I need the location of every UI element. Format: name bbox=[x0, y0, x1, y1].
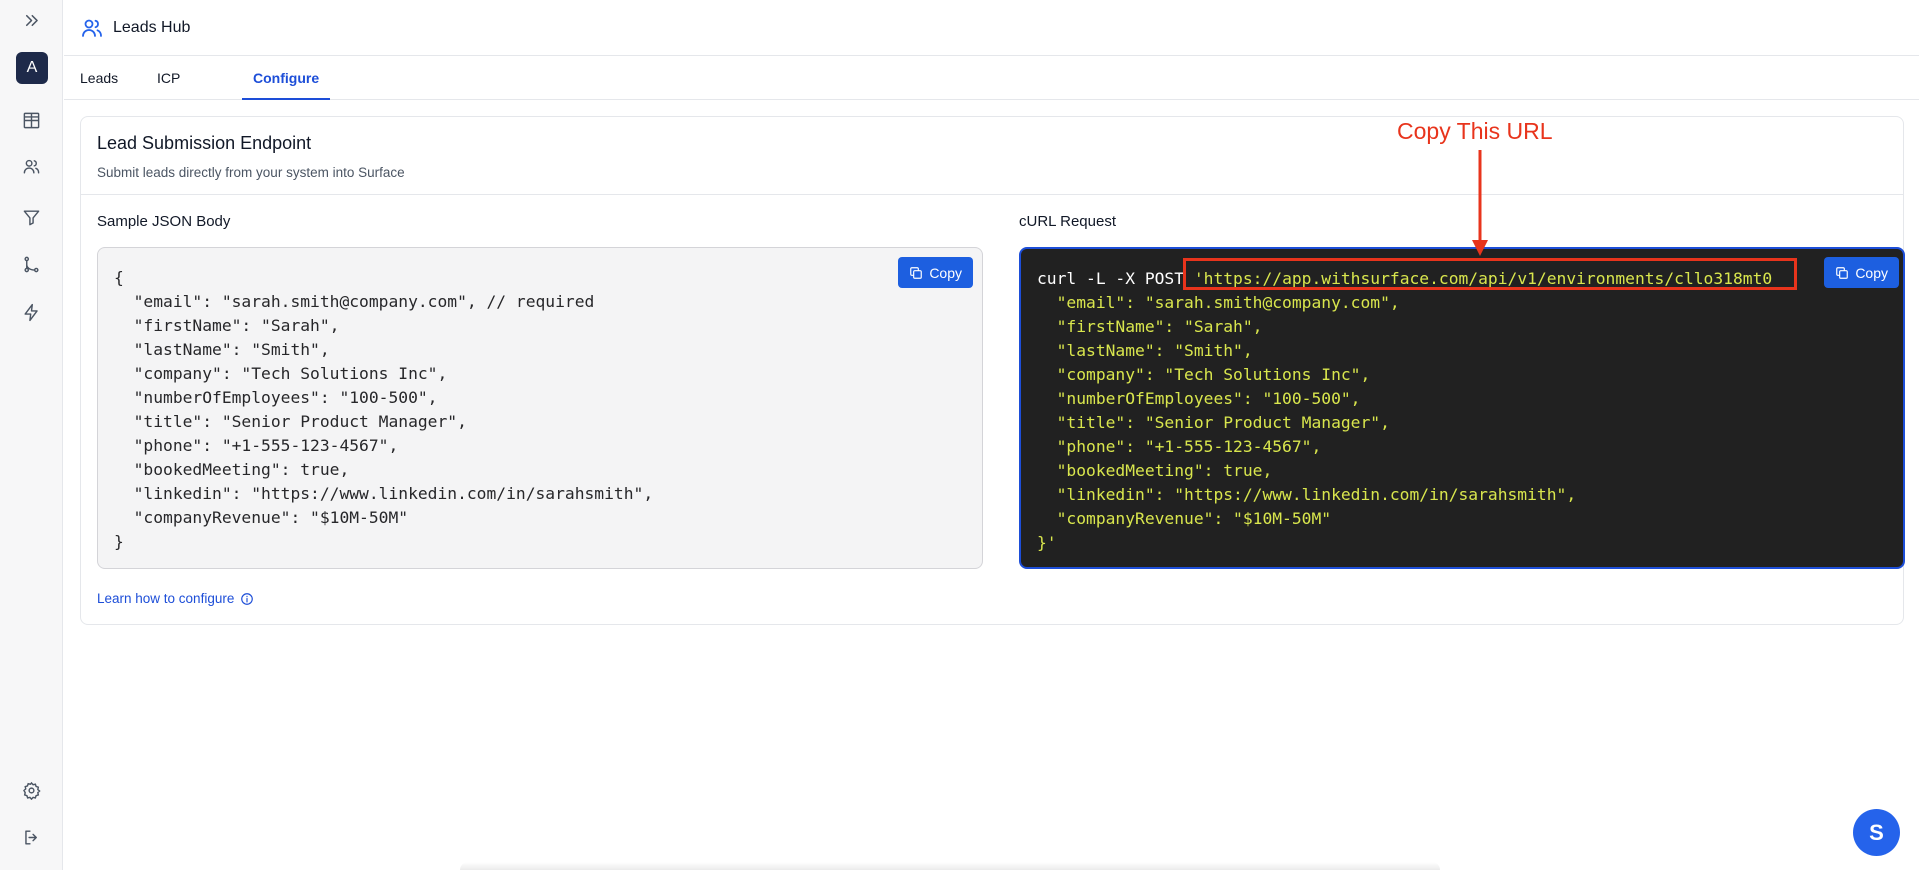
lightning-icon[interactable] bbox=[0, 296, 63, 328]
curl-command: curl -L -X POST bbox=[1037, 269, 1194, 288]
expand-sidebar-icon[interactable] bbox=[0, 4, 63, 36]
routing-icon[interactable] bbox=[0, 248, 63, 280]
endpoint-card: Lead Submission Endpoint Submit leads di… bbox=[80, 116, 1905, 625]
page-title: Leads Hub bbox=[113, 18, 191, 36]
main-content: Leads Hub Leads ICP Configure Lead Submi… bbox=[64, 0, 1919, 870]
header: Leads Hub bbox=[64, 0, 1919, 56]
filter-icon[interactable] bbox=[0, 201, 63, 233]
users-icon[interactable] bbox=[0, 150, 63, 182]
json-panel-label: Sample JSON Body bbox=[97, 213, 231, 230]
learn-configure-link[interactable]: Learn how to configure bbox=[97, 591, 254, 606]
card-subtitle: Submit leads directly from your system i… bbox=[97, 165, 405, 180]
info-icon bbox=[241, 592, 254, 605]
copy-icon bbox=[910, 266, 923, 279]
annotation-arrow bbox=[1472, 150, 1488, 256]
settings-gear-icon[interactable] bbox=[0, 774, 63, 806]
tab-bar: Leads ICP Configure bbox=[64, 56, 1919, 100]
chat-avatar-button[interactable]: S bbox=[1853, 809, 1900, 856]
tab-icp[interactable]: ICP bbox=[157, 56, 180, 100]
json-code: { "email": "sarah.smith@company.com", //… bbox=[114, 268, 654, 551]
copy-icon bbox=[1836, 266, 1849, 279]
annotation-highlight-box bbox=[1183, 258, 1797, 290]
dashboard-grid-icon[interactable] bbox=[0, 104, 63, 136]
curl-code-block: curl -L -X POST 'https://app.withsurface… bbox=[1019, 247, 1905, 569]
learn-link-label: Learn how to configure bbox=[97, 591, 235, 606]
copy-label: Copy bbox=[929, 264, 962, 281]
copy-json-button[interactable]: Copy bbox=[898, 257, 973, 288]
curl-code: curl -L -X POST 'https://app.withsurface… bbox=[1021, 249, 1903, 567]
bottom-shadow bbox=[460, 862, 1440, 870]
logout-icon[interactable] bbox=[0, 821, 63, 853]
copy-curl-button[interactable]: Copy bbox=[1824, 257, 1899, 288]
card-header: Lead Submission Endpoint Submit leads di… bbox=[81, 117, 1903, 195]
tab-configure[interactable]: Configure bbox=[242, 56, 331, 100]
copy-label: Copy bbox=[1855, 264, 1888, 281]
annotation-label: Copy This URL bbox=[1397, 118, 1553, 144]
sidebar: A bbox=[0, 0, 63, 870]
curl-body: "email": "sarah.smith@company.com", "fir… bbox=[1037, 293, 1577, 552]
card-title: Lead Submission Endpoint bbox=[97, 133, 312, 153]
curl-panel-label: cURL Request bbox=[1019, 213, 1116, 230]
users-icon bbox=[82, 19, 102, 37]
json-code-block: { "email": "sarah.smith@company.com", //… bbox=[97, 247, 983, 569]
workspace-avatar[interactable]: A bbox=[16, 52, 48, 84]
tab-leads[interactable]: Leads bbox=[80, 56, 118, 100]
